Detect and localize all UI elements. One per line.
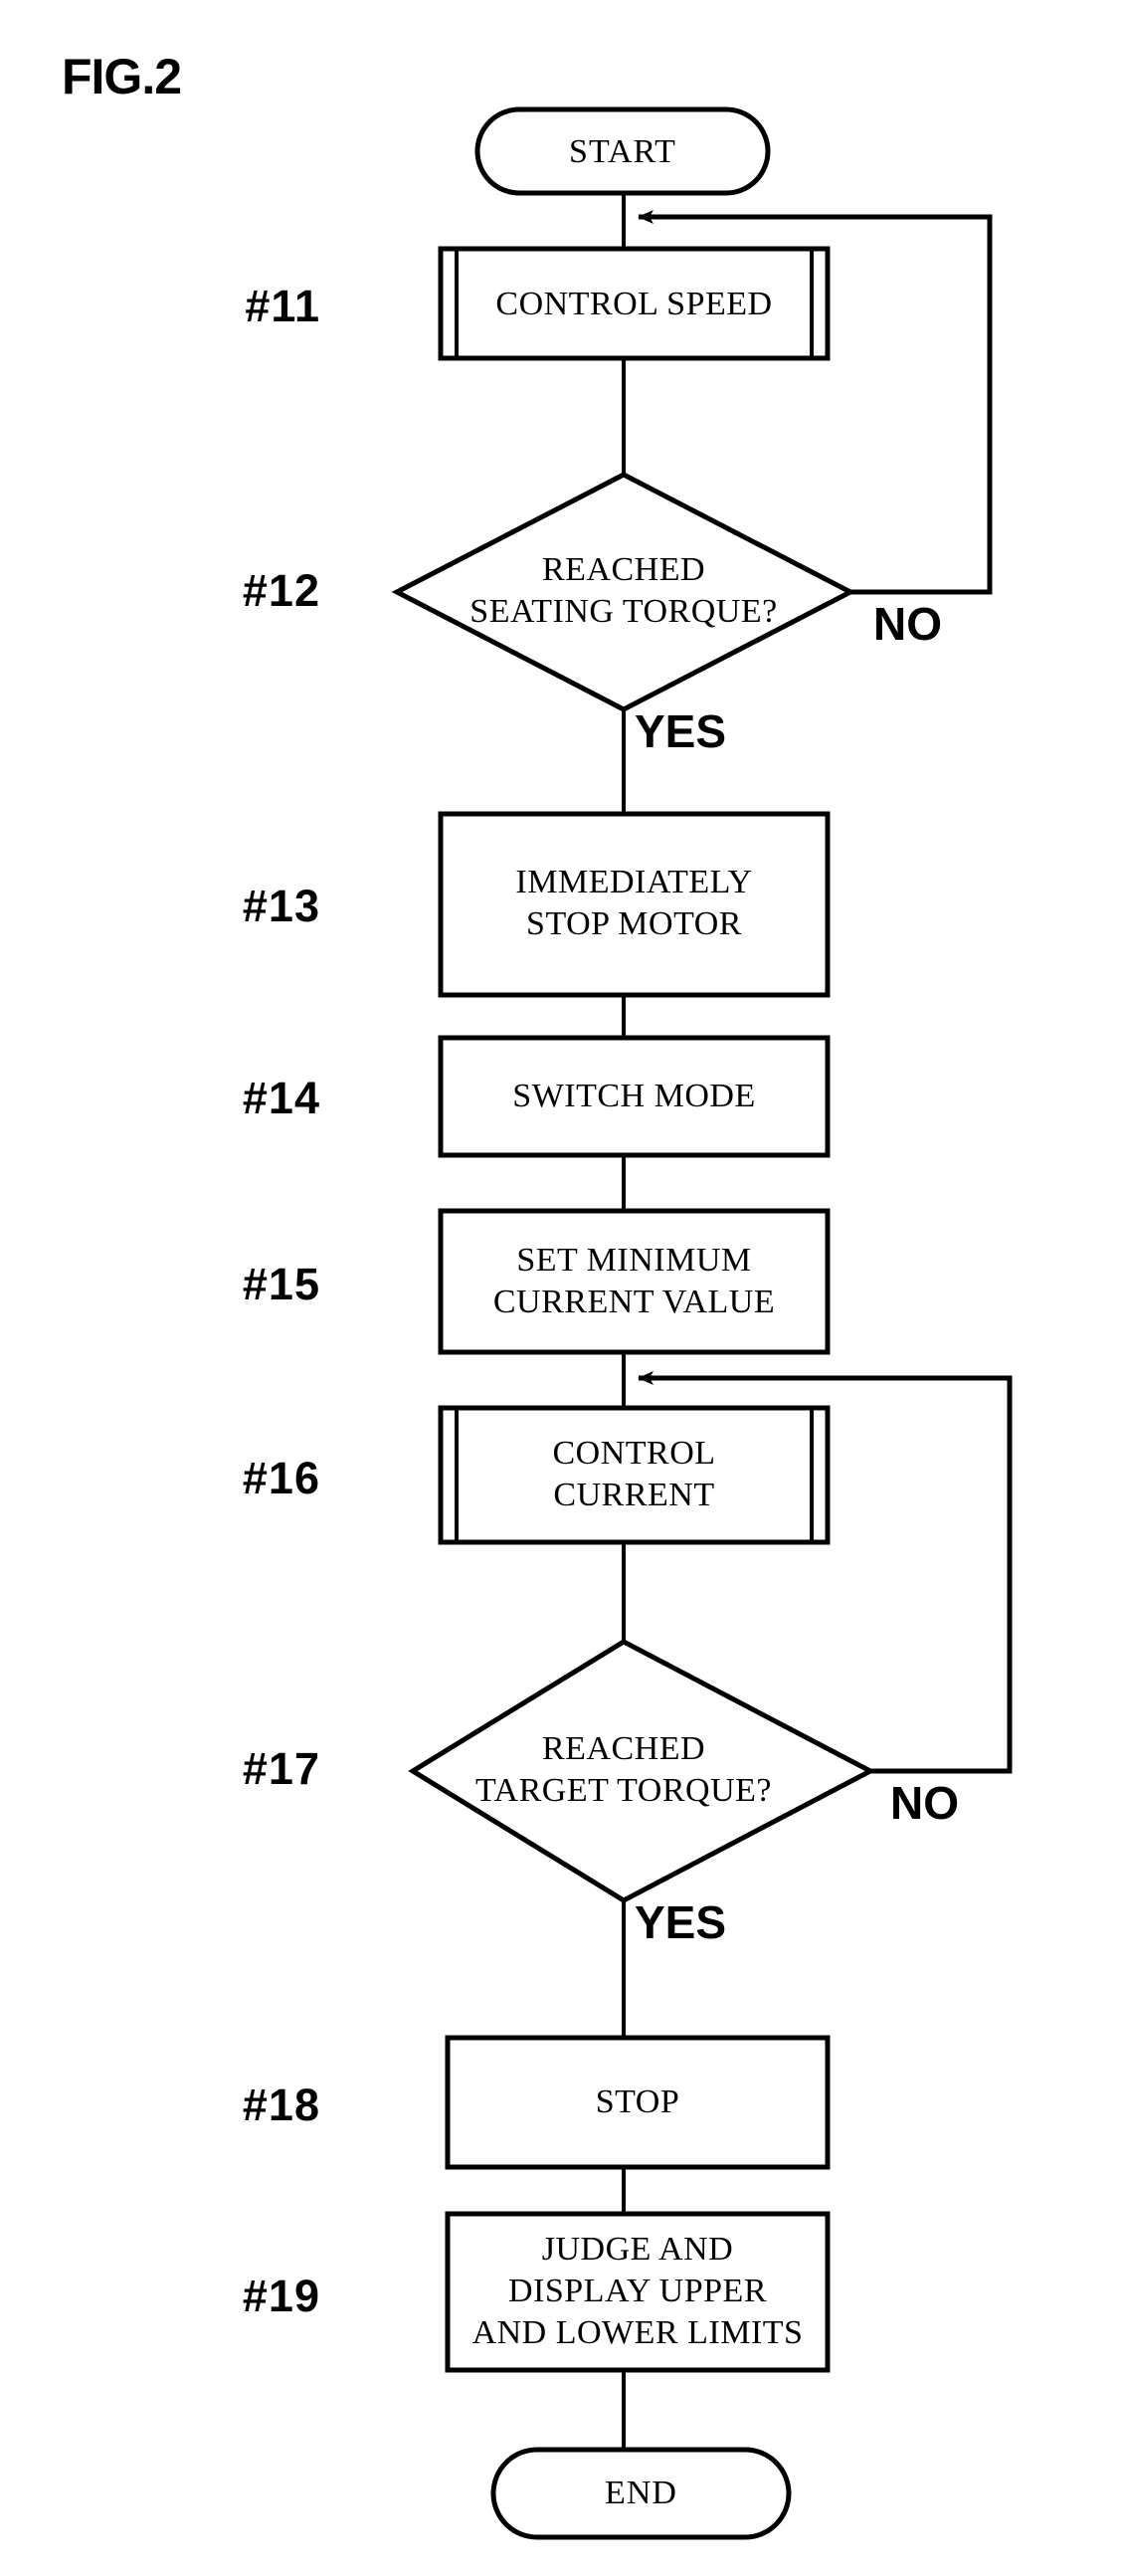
step-11-label: CONTROL SPEED [495, 286, 773, 322]
step-14-label: SWITCH MODE [512, 1078, 756, 1114]
step-ref-13: #13 [242, 881, 320, 931]
step-19-label: JUDGE AND DISPLAY UPPER AND LOWER LIMITS [471, 2231, 804, 2351]
step-ref-19: #19 [242, 2271, 320, 2321]
step-18-label: STOP [595, 2083, 680, 2120]
figure-page: FIG.2 START END #11 #12 #13 #14 #15 #16 … [0, 0, 1121, 2576]
step-13-label: IMMEDIATELY STOP MOTOR [515, 864, 753, 942]
step-15-label: SET MINIMUM CURRENT VALUE [492, 1242, 776, 1320]
branch-label-no-1: NO [873, 598, 942, 650]
step-ref-11: #11 [245, 281, 320, 331]
start-terminator-label: START [569, 133, 676, 170]
step-17-label: REACHED TARGET TORQUE? [475, 1730, 772, 1809]
branch-label-yes-1: YES [635, 705, 727, 757]
step-ref-18: #18 [242, 2080, 320, 2130]
end-terminator-label: END [605, 2475, 677, 2511]
branch-label-no-2: NO [890, 1777, 959, 1829]
step-ref-16: #16 [242, 1453, 320, 1503]
step-12-label: REACHED SEATING TORQUE? [469, 551, 778, 630]
step-ref-17: #17 [242, 1743, 320, 1794]
step-ref-15: #15 [242, 1259, 320, 1309]
step-ref-12: #12 [242, 565, 320, 616]
step-ref-14: #14 [242, 1073, 320, 1123]
step-16-label: CONTROL CURRENT [552, 1435, 716, 1513]
branch-label-yes-2: YES [635, 1896, 727, 1948]
